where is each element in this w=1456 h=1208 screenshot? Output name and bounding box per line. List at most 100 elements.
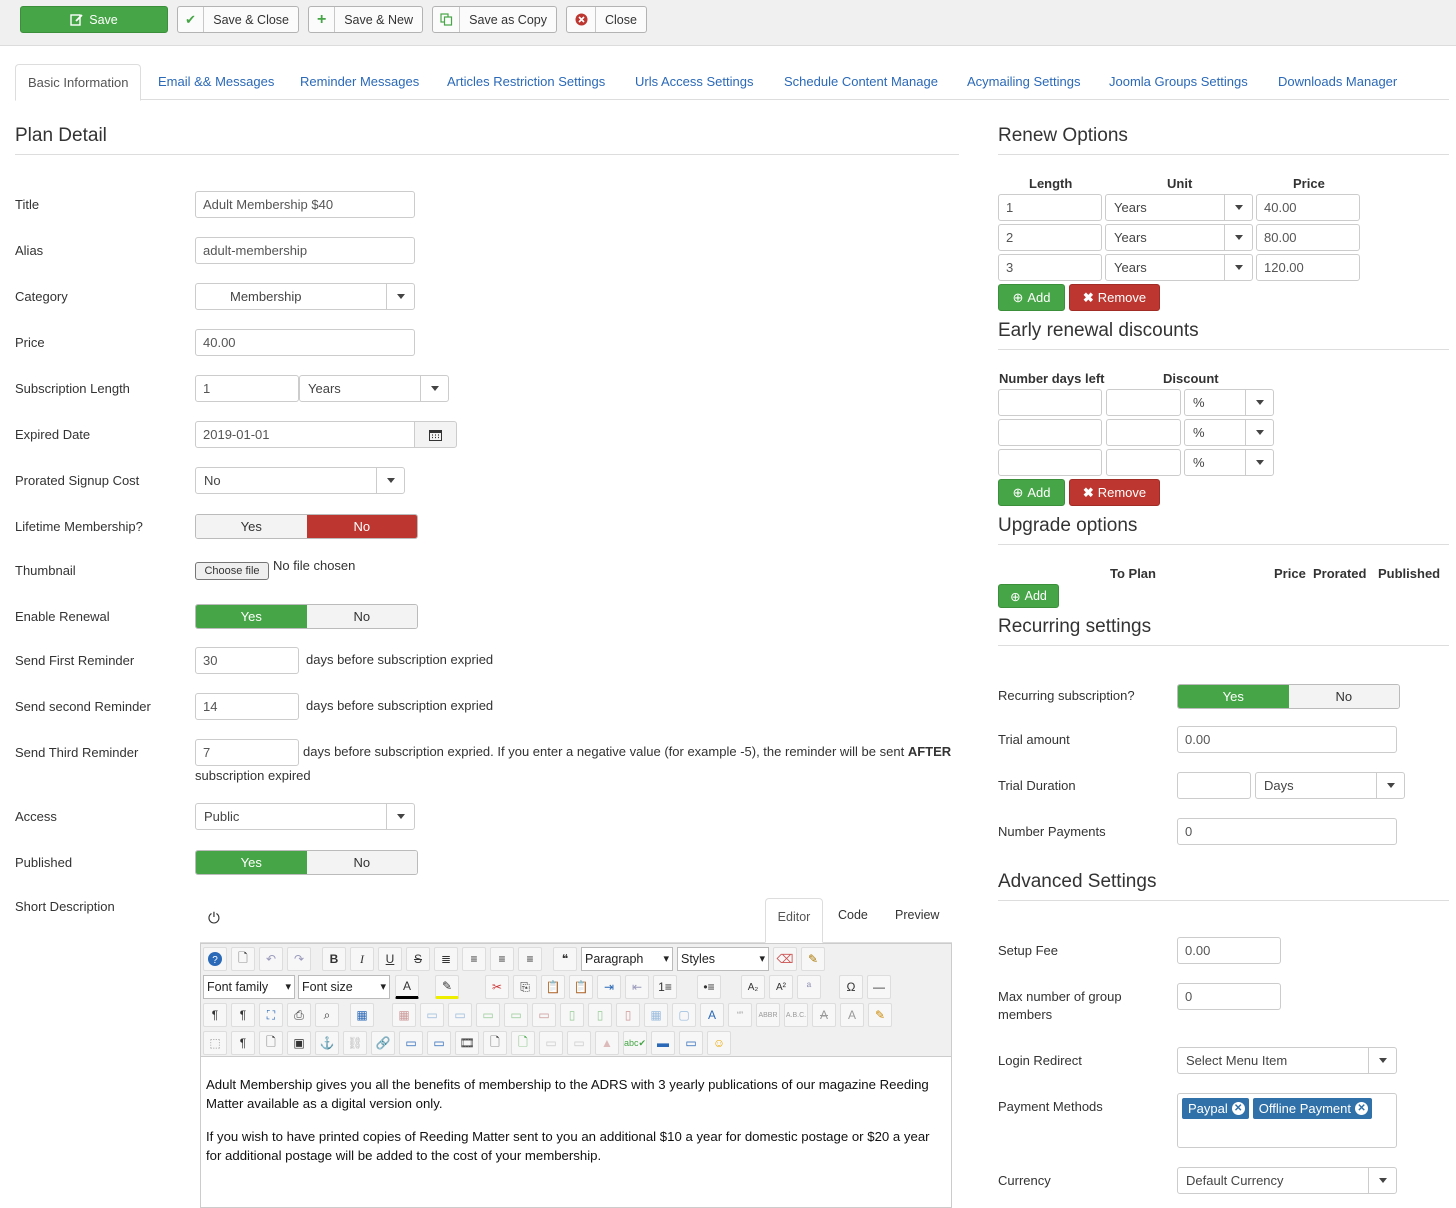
tab-joomla-groups[interactable]: Joomla Groups Settings — [1109, 64, 1248, 100]
row-props-icon[interactable]: ▭ — [420, 1003, 444, 1027]
unlink-icon[interactable]: ⛓ — [343, 1031, 367, 1055]
split-cells-icon[interactable]: ▦ — [644, 1003, 668, 1027]
choose-file-button[interactable]: Choose file — [195, 562, 269, 580]
find-icon[interactable]: ⌕ — [315, 1003, 339, 1027]
discount-input[interactable] — [1106, 419, 1181, 446]
indent-icon[interactable]: ⇥ — [597, 975, 621, 999]
delete-page-icon[interactable]: ▭ — [567, 1031, 591, 1055]
text-color-icon[interactable]: A — [395, 975, 419, 999]
remove-chip-icon[interactable]: ✕ — [1355, 1102, 1369, 1115]
spell-check-icon[interactable]: abc✔ — [623, 1031, 647, 1055]
save-copy-button[interactable]: Save as Copy — [432, 6, 557, 33]
print-icon[interactable]: ⎙ — [287, 1003, 311, 1027]
delete-row-icon[interactable]: ▭ — [532, 1003, 556, 1027]
emoticon-icon[interactable]: ☺ — [707, 1031, 731, 1055]
number-payments-input[interactable]: 0 — [1177, 818, 1397, 845]
recurring-yes[interactable]: Yes — [1178, 685, 1289, 708]
redo-icon[interactable]: ↷ — [287, 947, 311, 971]
help-icon[interactable]: ? — [203, 947, 227, 971]
cell-props-icon[interactable]: ▭ — [448, 1003, 472, 1027]
abbr-icon[interactable]: ABBR — [756, 1003, 780, 1027]
tab-articles-restriction[interactable]: Articles Restriction Settings — [447, 64, 605, 100]
trial-duration-input[interactable] — [1177, 772, 1251, 799]
nonbreaking-icon[interactable]: ▬ — [651, 1031, 675, 1055]
show-blocks-icon[interactable]: ¶ — [231, 1031, 255, 1055]
recurring-no[interactable]: No — [1288, 685, 1399, 708]
discount-unit-select[interactable]: % — [1184, 449, 1274, 476]
italic-icon[interactable]: I — [350, 947, 374, 971]
delete-col-icon[interactable]: ▯ — [616, 1003, 640, 1027]
font-size-select[interactable]: Font size — [298, 975, 390, 999]
tab-code[interactable]: Code — [838, 908, 868, 922]
first-reminder-input[interactable]: 30 — [195, 647, 299, 674]
days-left-input[interactable] — [998, 419, 1102, 446]
row-after-icon[interactable]: ▭ — [504, 1003, 528, 1027]
access-select[interactable]: Public — [195, 803, 415, 830]
fullscreen-icon[interactable]: ⛶ — [259, 1003, 283, 1027]
renew-remove-button[interactable]: ✖ Remove — [1069, 284, 1160, 311]
third-reminder-input[interactable]: 7 — [195, 739, 299, 766]
cut-icon[interactable]: ✂ — [485, 975, 509, 999]
highlight-icon[interactable]: ✎ — [435, 975, 459, 999]
rtl-icon[interactable]: ¶ — [231, 1003, 255, 1027]
tab-preview[interactable]: Preview — [895, 908, 939, 922]
power-icon[interactable]: ⏻ — [208, 910, 220, 927]
new-document-icon[interactable]: 🗋 — [231, 947, 255, 971]
image-icon[interactable]: ▭ — [399, 1031, 423, 1055]
renewal-yes[interactable]: Yes — [196, 605, 307, 628]
setup-fee-input[interactable]: 0.00 — [1177, 937, 1281, 964]
table-icon[interactable]: ▦ — [350, 1003, 374, 1027]
currency-select[interactable]: Default Currency — [1177, 1167, 1397, 1194]
eraser-icon[interactable]: ⌫ — [773, 947, 797, 971]
second-reminder-input[interactable]: 14 — [195, 693, 299, 720]
underline-icon[interactable]: U — [378, 947, 402, 971]
published-no[interactable]: No — [306, 851, 417, 874]
lifetime-yes[interactable]: Yes — [196, 515, 307, 538]
lifetime-no[interactable]: No — [306, 515, 417, 538]
bullet-list-icon[interactable]: •≡ — [697, 975, 721, 999]
calendar-button[interactable] — [414, 421, 457, 448]
discount-unit-select[interactable]: % — [1184, 389, 1274, 416]
align-justify-icon[interactable]: ≣ — [434, 947, 458, 971]
renew-length-input[interactable]: 3 — [998, 254, 1102, 281]
numbered-list-icon[interactable]: 1≡ — [653, 975, 677, 999]
anchor-icon[interactable]: ⚓ — [315, 1031, 339, 1055]
renew-length-input[interactable]: 2 — [998, 224, 1102, 251]
col-before-icon[interactable]: ▯ — [560, 1003, 584, 1027]
category-select[interactable]: Membership — [195, 283, 415, 310]
document-icon[interactable]: 🗋 — [483, 1031, 507, 1055]
tab-basic-information[interactable]: Basic Information — [15, 64, 142, 101]
link-icon[interactable]: 🔗 — [371, 1031, 395, 1055]
delete-text-icon[interactable]: A — [812, 1003, 836, 1027]
published-yes[interactable]: Yes — [196, 851, 307, 874]
horizontal-rule-icon[interactable]: — — [867, 975, 891, 999]
trial-duration-unit-select[interactable]: Days — [1255, 772, 1405, 799]
tab-editor[interactable]: Editor — [765, 898, 823, 943]
payment-methods-select[interactable]: Paypal ✕ Offline Payment ✕ — [1177, 1093, 1397, 1148]
trial-amount-input[interactable]: 0.00 — [1177, 726, 1397, 753]
expired-date-input[interactable]: 2019-01-01 — [195, 421, 415, 448]
renew-price-input[interactable]: 120.00 — [1256, 254, 1360, 281]
insert-image-icon[interactable]: ▭ — [427, 1031, 451, 1055]
subscript-icon[interactable]: A₂ — [741, 975, 765, 999]
page-break-icon[interactable]: ▭ — [539, 1031, 563, 1055]
renew-unit-select[interactable]: Years — [1105, 254, 1253, 281]
layer-icon[interactable]: ▣ — [287, 1031, 311, 1055]
save-close-button[interactable]: ✔ Save & Close — [177, 6, 299, 33]
special-char-icon[interactable]: Ω — [839, 975, 863, 999]
renew-unit-select[interactable]: Years — [1105, 224, 1253, 251]
title-input[interactable]: Adult Membership $40 — [195, 191, 415, 218]
align-left-icon[interactable]: ≡ — [490, 947, 514, 971]
superscript-icon[interactable]: A² — [769, 975, 793, 999]
renew-price-input[interactable]: 40.00 — [1256, 194, 1360, 221]
style-props-icon[interactable]: A — [700, 1003, 724, 1027]
tab-schedule-content[interactable]: Schedule Content Manage — [784, 64, 938, 100]
discount-input[interactable] — [1106, 389, 1181, 416]
tab-acymailing[interactable]: Acymailing Settings — [967, 64, 1080, 100]
max-group-input[interactable]: 0 — [1177, 983, 1281, 1010]
strikethrough-icon[interactable]: S — [406, 947, 430, 971]
renew-price-input[interactable]: 80.00 — [1256, 224, 1360, 251]
template-icon[interactable]: 🗋 — [259, 1031, 283, 1055]
cite-icon[interactable]: “” — [728, 1003, 752, 1027]
editor-content[interactable]: Adult Membership gives you all the benef… — [200, 1057, 952, 1208]
